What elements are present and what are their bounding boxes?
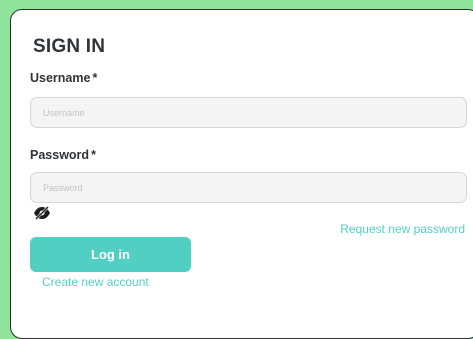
password-label-text: Password	[30, 148, 90, 162]
page-title: SIGN IN	[33, 36, 106, 57]
login-card: SIGN IN Username* Password* Request new …	[10, 9, 473, 339]
username-label-text: Username	[30, 71, 91, 85]
password-label: Password *	[30, 148, 96, 162]
create-new-account-link[interactable]: Create new account	[42, 275, 149, 289]
eye-slash-icon[interactable]	[33, 206, 51, 220]
password-required-mark: *	[91, 148, 96, 162]
log-in-button[interactable]: Log in	[30, 237, 191, 272]
password-input[interactable]	[30, 172, 467, 203]
username-required-mark: *	[92, 71, 98, 85]
request-new-password-link[interactable]: Request new password	[340, 222, 465, 236]
username-label: Username *	[30, 71, 97, 85]
username-input[interactable]	[30, 97, 467, 128]
